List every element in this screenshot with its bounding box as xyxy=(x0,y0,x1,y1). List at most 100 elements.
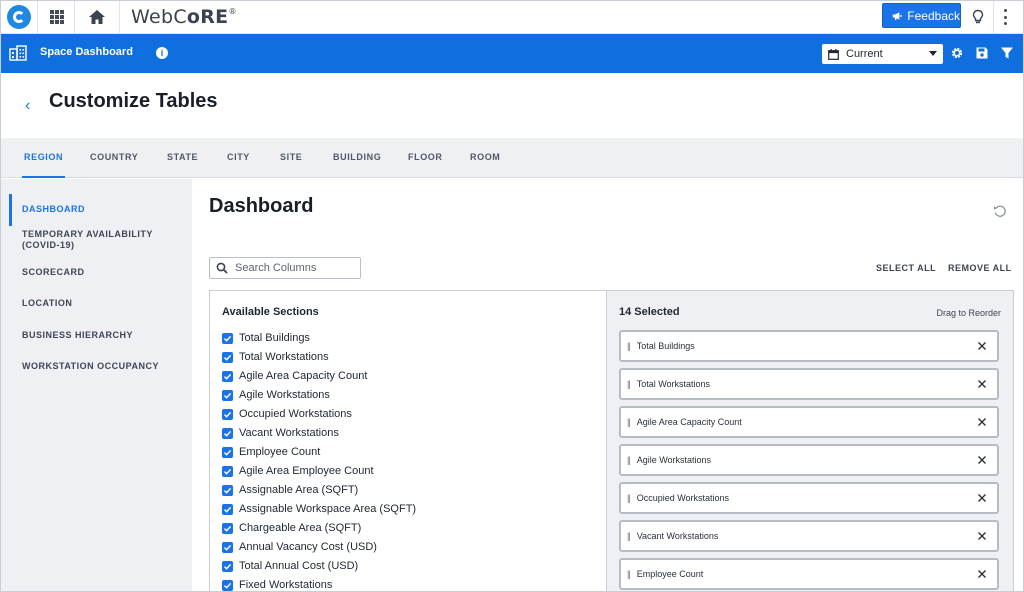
info-icon[interactable]: i xyxy=(156,47,168,59)
drag-handle-icon[interactable]: || xyxy=(627,379,631,389)
tab-floor[interactable]: FLOOR xyxy=(408,138,443,178)
search-input[interactable] xyxy=(235,262,355,274)
list-item[interactable]: Chargeable Area (SQFT) xyxy=(222,520,361,536)
close-icon[interactable] xyxy=(977,417,987,427)
nav-item-temporary-availability[interactable]: TEMPORARY AVAILABILITY (COVID-19) xyxy=(22,229,182,251)
level-tabs: REGION COUNTRY STATE CITY SITE BUILDING … xyxy=(1,138,1023,178)
app-grid-icon[interactable] xyxy=(50,10,64,24)
checkbox-checked-icon[interactable] xyxy=(222,408,233,420)
app-window: WebCooRE® Feedback Space Dashboard i xyxy=(0,0,1024,592)
close-icon[interactable] xyxy=(977,493,987,503)
gear-icon[interactable] xyxy=(950,46,964,60)
checkbox-checked-icon[interactable] xyxy=(222,446,233,458)
tab-city[interactable]: CITY xyxy=(227,138,250,178)
tab-country[interactable]: COUNTRY xyxy=(90,138,138,178)
brand-logo: WebCooRE® xyxy=(131,6,237,28)
nav-item-dashboard[interactable]: DASHBOARD xyxy=(22,204,182,215)
checkbox-checked-icon[interactable] xyxy=(222,579,233,591)
search-field[interactable] xyxy=(209,257,361,279)
selected-item[interactable]: || Total Workstations xyxy=(619,368,999,400)
main-content: Dashboard SELECT ALL REMOVE ALL Availabl… xyxy=(192,179,1023,591)
nav-item-scorecard[interactable]: SCORECARD xyxy=(22,267,182,278)
list-item[interactable]: Vacant Workstations xyxy=(222,425,339,441)
tab-building[interactable]: BUILDING xyxy=(333,138,381,178)
drag-handle-icon[interactable]: || xyxy=(627,569,631,579)
dashboard-title: Space Dashboard xyxy=(40,46,133,58)
remove-all-button[interactable]: REMOVE ALL xyxy=(948,263,1012,273)
drag-handle-icon[interactable]: || xyxy=(627,455,631,465)
period-select[interactable]: Current xyxy=(822,44,943,64)
list-item[interactable]: Total Annual Cost (USD) xyxy=(222,558,358,574)
megaphone-icon xyxy=(892,11,902,20)
feedback-button[interactable]: Feedback xyxy=(882,3,961,28)
dashboard-toolbar: Space Dashboard i Current xyxy=(1,34,1023,73)
checkbox-checked-icon[interactable] xyxy=(222,370,233,382)
page-header: ‹ Customize Tables xyxy=(1,73,1023,138)
checkbox-checked-icon[interactable] xyxy=(222,541,233,553)
drag-handle-icon[interactable]: || xyxy=(627,341,631,351)
list-item[interactable]: Agile Area Employee Count xyxy=(222,463,374,479)
checkbox-checked-icon[interactable] xyxy=(222,465,233,477)
list-item[interactable]: Total Buildings xyxy=(222,330,310,346)
save-icon[interactable] xyxy=(975,46,989,60)
nav-item-location[interactable]: LOCATION xyxy=(22,298,182,309)
tab-state[interactable]: STATE xyxy=(167,138,198,178)
reset-icon[interactable] xyxy=(993,204,1007,218)
nav-item-workstation-occupancy[interactable]: WORKSTATION OCCUPANCY xyxy=(22,361,182,372)
list-item[interactable]: Assignable Area (SQFT) xyxy=(222,482,358,498)
app-logo-icon[interactable] xyxy=(7,5,31,29)
home-icon[interactable] xyxy=(87,7,107,27)
lightbulb-icon[interactable] xyxy=(969,8,987,26)
drag-handle-icon[interactable]: || xyxy=(627,531,631,541)
checkbox-checked-icon[interactable] xyxy=(222,522,233,534)
list-item[interactable]: Employee Count xyxy=(222,444,320,460)
search-icon xyxy=(216,262,228,274)
active-indicator xyxy=(9,194,12,226)
selected-item[interactable]: || Occupied Workstations xyxy=(619,482,999,514)
drag-handle-icon[interactable]: || xyxy=(627,493,631,503)
list-item[interactable]: Total Workstations xyxy=(222,349,329,365)
checkbox-checked-icon[interactable] xyxy=(222,351,233,363)
drag-hint: Drag to Reorder xyxy=(936,308,1001,318)
divider xyxy=(993,1,994,34)
select-all-button[interactable]: SELECT ALL xyxy=(876,263,936,273)
list-item[interactable]: Fixed Workstations xyxy=(222,577,332,591)
tab-room[interactable]: ROOM xyxy=(470,138,500,178)
selected-item[interactable]: || Total Buildings xyxy=(619,330,999,362)
list-item[interactable]: Occupied Workstations xyxy=(222,406,352,422)
list-item[interactable]: Agile Area Capacity Count xyxy=(222,368,367,384)
close-icon[interactable] xyxy=(977,569,987,579)
tab-site[interactable]: SITE xyxy=(280,138,302,178)
filter-icon[interactable] xyxy=(1000,46,1014,60)
checkbox-checked-icon[interactable] xyxy=(222,332,233,344)
list-item[interactable]: Assignable Workspace Area (SQFT) xyxy=(222,501,416,517)
checkbox-checked-icon[interactable] xyxy=(222,484,233,496)
more-vertical-icon[interactable] xyxy=(1004,9,1008,25)
divider xyxy=(37,1,38,34)
divider xyxy=(74,1,75,34)
list-item[interactable]: Annual Vacancy Cost (USD) xyxy=(222,539,377,555)
close-icon[interactable] xyxy=(977,341,987,351)
selected-item[interactable]: || Agile Workstations xyxy=(619,444,999,476)
selected-item[interactable]: || Employee Count xyxy=(619,558,999,590)
checkbox-checked-icon[interactable] xyxy=(222,389,233,401)
chevron-down-icon xyxy=(929,51,937,56)
available-sections-heading: Available Sections xyxy=(222,306,319,318)
back-icon[interactable]: ‹ xyxy=(25,97,30,115)
close-icon[interactable] xyxy=(977,455,987,465)
checkbox-checked-icon[interactable] xyxy=(222,503,233,515)
nav-item-business-hierarchy[interactable]: BUSINESS HIERARCHY xyxy=(22,330,182,341)
section-nav: DASHBOARD TEMPORARY AVAILABILITY (COVID-… xyxy=(1,179,192,591)
close-icon[interactable] xyxy=(977,379,987,389)
checkbox-checked-icon[interactable] xyxy=(222,560,233,572)
checkbox-checked-icon[interactable] xyxy=(222,427,233,439)
close-icon[interactable] xyxy=(977,531,987,541)
divider xyxy=(119,1,120,34)
drag-handle-icon[interactable]: || xyxy=(627,417,631,427)
selected-item[interactable]: || Vacant Workstations xyxy=(619,520,999,552)
tab-region[interactable]: REGION xyxy=(22,138,66,178)
list-item[interactable]: Agile Workstations xyxy=(222,387,330,403)
building-icon[interactable] xyxy=(9,45,27,61)
selected-item[interactable]: || Agile Area Capacity Count xyxy=(619,406,999,438)
period-value: Current xyxy=(846,48,883,60)
